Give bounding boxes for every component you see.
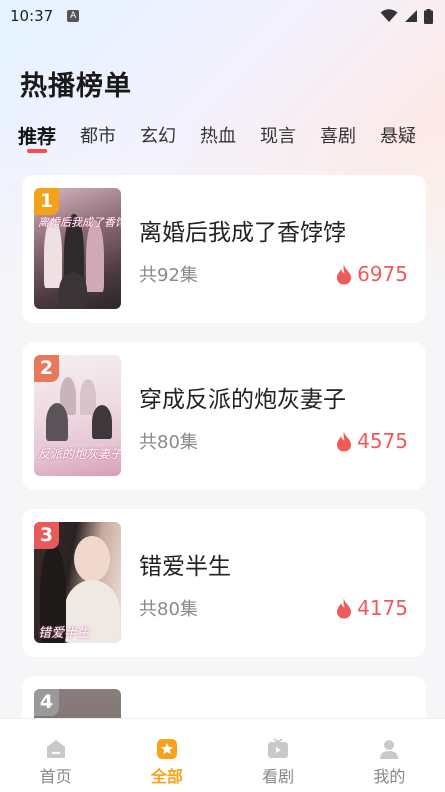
tab-fantasy[interactable]: 玄幻 <box>140 122 176 154</box>
cover-figure <box>46 403 68 441</box>
cover-image[interactable]: 离婚后我成了香饽饽 1 <box>34 188 121 309</box>
profile-icon <box>380 740 399 759</box>
cover-figure <box>86 220 104 292</box>
battery-icon <box>424 8 433 24</box>
status-notification-icon: A <box>67 10 80 22</box>
hot-score: 6975 <box>335 262 408 286</box>
nav-profile-label: 我的 <box>373 767 406 786</box>
hot-score: 4175 <box>335 596 408 620</box>
episode-count: 共92集 <box>139 265 198 286</box>
cover-title-text: 反派的炮灰妻子 <box>38 447 121 461</box>
home-icon <box>46 740 65 758</box>
rank-badge: 3 <box>34 522 59 549</box>
ranking-card[interactable]: 错爱半生 3 错爱半生 共80集 4175 <box>22 509 426 657</box>
drama-title: 离婚后我成了香饽饽 <box>139 220 346 246</box>
flame-icon <box>337 264 352 285</box>
nav-watch-label: 看剧 <box>262 767 295 786</box>
ranking-card[interactable]: 离婚后我成了香饽饽 1 离婚后我成了香饽饽 共92集 6975 <box>22 175 426 323</box>
hot-value: 6975 <box>357 262 408 286</box>
status-bar: 10:37 A <box>0 0 445 32</box>
cover-figure <box>92 405 112 439</box>
tab-urban[interactable]: 都市 <box>80 122 116 154</box>
tab-comedy[interactable]: 喜剧 <box>320 122 356 154</box>
bottom-navigation: 首页 全部 看剧 我的 <box>0 718 445 792</box>
wifi-icon <box>380 9 398 22</box>
signal-icon <box>405 10 417 22</box>
cover-title-text: 错爱半生 <box>38 626 91 641</box>
category-tabs: 推荐 都市 玄幻 热血 现言 喜剧 悬疑 <box>18 122 445 154</box>
flame-icon <box>337 431 352 452</box>
page-title: 热播榜单 <box>20 71 132 102</box>
episode-count: 共80集 <box>139 432 198 453</box>
tv-icon <box>268 738 289 758</box>
tab-mystery[interactable]: 悬疑 <box>380 122 416 154</box>
episode-count: 共80集 <box>139 599 198 620</box>
flame-icon <box>337 598 352 619</box>
tab-modern-romance[interactable]: 现言 <box>260 122 296 154</box>
all-icon <box>156 739 177 759</box>
status-time: 10:37 <box>10 7 54 25</box>
tab-action[interactable]: 热血 <box>200 122 236 154</box>
drama-title: 错爱半生 <box>139 554 231 580</box>
nav-home-label: 首页 <box>39 767 72 786</box>
status-icons <box>380 8 433 24</box>
nav-home[interactable]: 首页 <box>0 719 111 792</box>
rank-badge: 2 <box>34 355 59 382</box>
nav-all-label: 全部 <box>150 767 183 786</box>
drama-title: 穿成反派的炮灰妻子 <box>139 387 346 413</box>
hot-value: 4175 <box>357 596 408 620</box>
ranking-card[interactable]: 反派的炮灰妻子 2 穿成反派的炮灰妻子 共80集 4575 <box>22 342 426 490</box>
rank-badge: 1 <box>34 188 59 215</box>
rank-badge: 4 <box>34 689 59 716</box>
cover-figure <box>59 272 87 309</box>
hot-score: 4575 <box>335 429 408 453</box>
nav-profile[interactable]: 我的 <box>334 719 445 792</box>
nav-all[interactable]: 全部 <box>111 719 222 792</box>
tab-recommend[interactable]: 推荐 <box>18 122 56 154</box>
cover-title-text: 离婚后我成了香饽饽 <box>38 216 121 229</box>
cover-figure <box>74 536 110 582</box>
hot-value: 4575 <box>357 429 408 453</box>
nav-watch[interactable]: 看剧 <box>223 719 334 792</box>
cover-image[interactable]: 反派的炮灰妻子 2 <box>34 355 121 476</box>
cover-image[interactable]: 错爱半生 3 <box>34 522 121 643</box>
